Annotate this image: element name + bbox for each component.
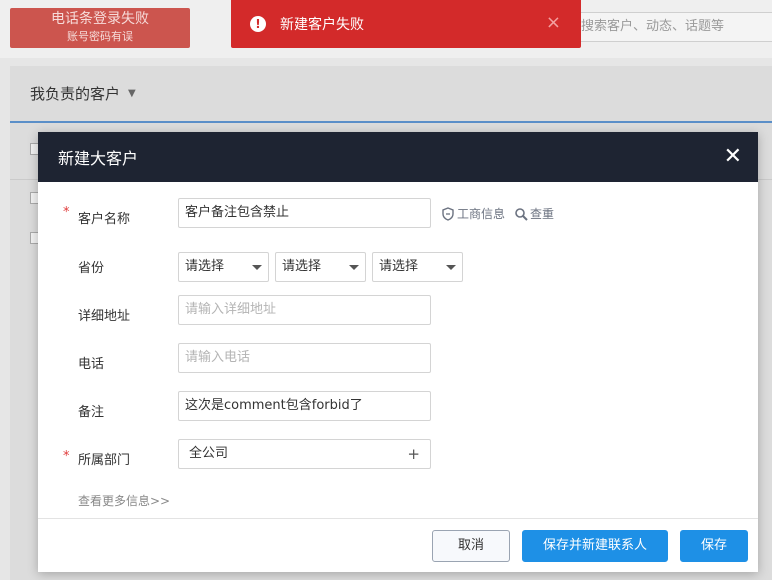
business-info-link[interactable]: 工商信息 (441, 205, 505, 222)
save-and-new-contact-button[interactable]: 保存并新建联系人 (522, 530, 668, 562)
close-icon[interactable]: ✕ (724, 144, 742, 170)
address-label: 详细地址 (78, 309, 131, 324)
dropdown-arrow-icon (252, 265, 262, 270)
dropdown-arrow-icon (446, 265, 456, 270)
phone-label: 电话 (78, 357, 105, 372)
department-row: * 所属部门 全公司 + (38, 439, 758, 469)
dialog-title: 新建大客户 (58, 149, 139, 168)
duplicate-check-link[interactable]: 查重 (514, 205, 554, 222)
province-label: 省份 (78, 261, 105, 276)
note-label: 备注 (78, 405, 105, 420)
chevron-down-icon: ▼ (128, 88, 136, 99)
note-row: 备注 这次是comment包含forbid了 (38, 391, 758, 421)
dialog-header: 新建大客户 ✕ (38, 132, 758, 182)
error-toast: ! 新建客户失败 × (231, 0, 581, 48)
province-row: 省份 请选择 请选择 请选择 (38, 252, 758, 282)
phone-login-error-banner: 电话条登录失败 账号密码有误 (10, 8, 190, 48)
department-picker[interactable]: 全公司 + (178, 439, 431, 469)
cancel-button[interactable]: 取消 (432, 530, 510, 562)
customer-name-label: 客户名称 (78, 212, 131, 227)
required-marker: * (63, 205, 70, 220)
login-error-title: 电话条登录失败 (51, 11, 149, 27)
login-error-detail: 账号密码有误 (67, 30, 133, 43)
duplicate-check-label: 查重 (530, 207, 555, 221)
customer-name-input[interactable]: 客户备注包含禁止 (178, 198, 431, 228)
department-label: 所属部门 (78, 453, 131, 468)
district-select[interactable]: 请选择 (372, 252, 463, 282)
district-select-value: 请选择 (379, 259, 419, 274)
customer-name-row: * 客户名称 客户备注包含禁止 工商信息 查重 (38, 198, 758, 228)
panel-title: 我负责的客户 (30, 85, 121, 103)
note-input[interactable]: 这次是comment包含forbid了 (178, 391, 431, 421)
global-search-input[interactable]: 搜索客户、动态、话题等 (572, 12, 772, 42)
province-select-value: 请选择 (185, 259, 225, 274)
city-select-value: 请选择 (282, 259, 322, 274)
exclamation-circle-icon: ! (250, 16, 266, 32)
phone-input[interactable]: 请输入电话 (178, 343, 431, 373)
shield-icon (442, 206, 454, 221)
search-icon (515, 207, 528, 221)
phone-row: 电话 请输入电话 (38, 343, 758, 373)
address-row: 详细地址 请输入详细地址 (38, 295, 758, 325)
address-input[interactable]: 请输入详细地址 (178, 295, 431, 325)
save-button[interactable]: 保存 (680, 530, 748, 562)
business-info-label: 工商信息 (457, 207, 506, 221)
department-value: 全公司 (189, 446, 229, 461)
new-key-account-dialog: 新建大客户 ✕ * 客户名称 客户备注包含禁止 工商信息 查重 省份 请选择 请… (38, 132, 758, 572)
plus-icon[interactable]: + (407, 440, 420, 468)
dropdown-arrow-icon (349, 265, 359, 270)
panel-header[interactable]: 我负责的客户 ▼ (10, 66, 772, 123)
city-select[interactable]: 请选择 (275, 252, 366, 282)
toast-message: 新建客户失败 (280, 17, 364, 33)
required-marker: * (63, 449, 70, 464)
province-select[interactable]: 请选择 (178, 252, 269, 282)
toast-close-icon[interactable]: × (546, 13, 561, 33)
more-info-link[interactable]: 查看更多信息>> (78, 492, 170, 509)
dialog-footer: 取消 保存并新建联系人 保存 (38, 518, 758, 572)
